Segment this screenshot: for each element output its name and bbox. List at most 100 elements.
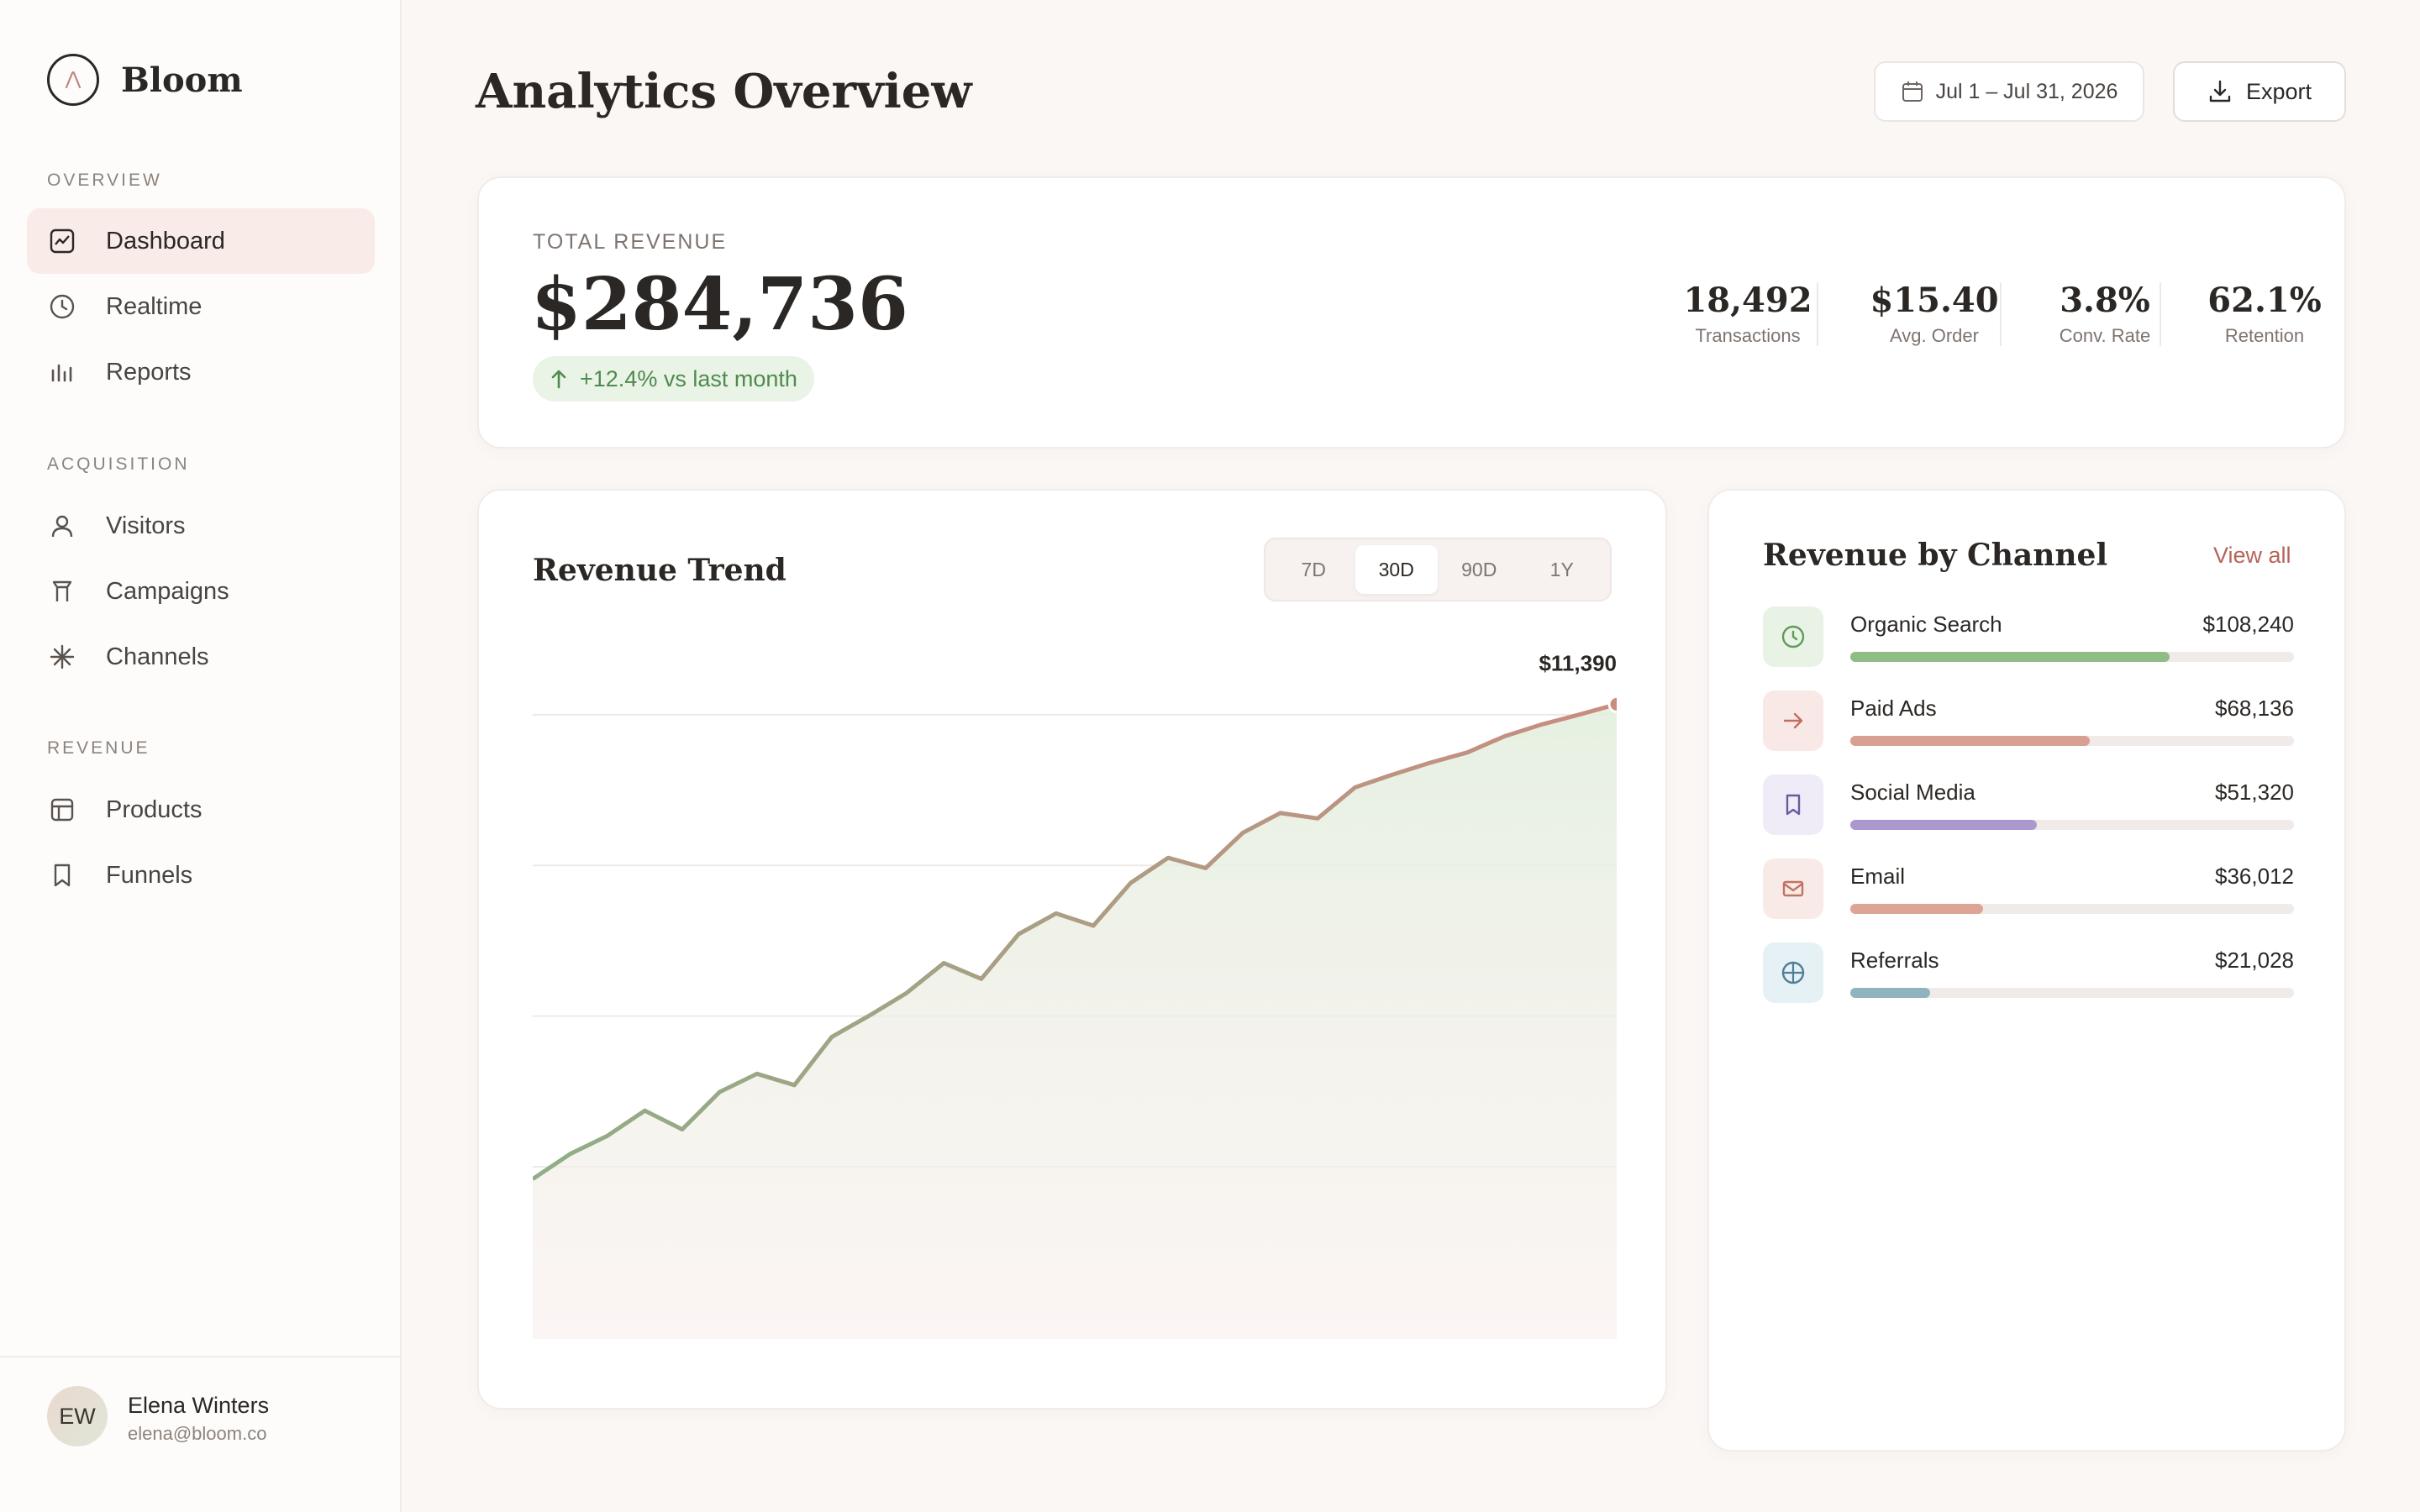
arrow-right-icon: [1763, 690, 1823, 751]
channel-value: $21,028: [2215, 948, 2294, 973]
sidebar: Bloom OVERVIEW Dashboard Realtime Report…: [0, 0, 402, 1512]
stat-label: Transactions: [1695, 325, 1801, 346]
sidebar-item-dashboard[interactable]: Dashboard: [27, 208, 375, 274]
brand-name: Bloom: [121, 60, 243, 100]
flag-icon: [47, 576, 77, 606]
revenue-endpoint-label: $11,390: [1539, 650, 1617, 675]
channel-progress-track: [1850, 988, 2294, 998]
section-label-overview: OVERVIEW: [47, 171, 162, 190]
revenue-change-text: +12.4% vs last month: [580, 365, 797, 391]
avatar: EW: [47, 1386, 108, 1446]
user-name: Elena Winters: [128, 1393, 270, 1418]
page-title: Analytics Overview: [476, 64, 972, 119]
sidebar-item-label: Funnels: [106, 861, 193, 889]
channel-progress-fill: [1850, 904, 1984, 914]
chart-icon: [47, 226, 77, 256]
stat-retention: 62.1% Retention: [2185, 281, 2344, 347]
calendar-icon: [1901, 80, 1924, 103]
channel-name: Paid Ads: [1850, 696, 1937, 721]
channel-value: $108,240: [2202, 612, 2294, 637]
channel-row-social-media[interactable]: Social Media $51,320: [1763, 774, 2294, 837]
clock-icon: [47, 291, 77, 322]
channel-value: $68,136: [2215, 696, 2294, 721]
range-7d-button[interactable]: 7D: [1272, 545, 1355, 594]
globe-icon: [1763, 942, 1823, 1003]
export-label: Export: [2245, 78, 2312, 104]
sidebar-item-campaigns[interactable]: Campaigns: [27, 559, 375, 624]
sidebar-item-label: Products: [106, 795, 203, 823]
range-30d-button[interactable]: 30D: [1355, 545, 1438, 594]
sidebar-item-channels[interactable]: Channels: [27, 624, 375, 690]
channel-name: Social Media: [1850, 780, 1975, 805]
asterisk-icon: [47, 642, 77, 672]
bars-icon: [47, 357, 77, 387]
export-button[interactable]: Export: [2173, 61, 2346, 122]
channel-value: $51,320: [2215, 780, 2294, 805]
bookmark-icon: [47, 860, 77, 890]
channel-progress-track: [1850, 736, 2294, 746]
date-range-label: Jul 1 – Jul 31, 2026: [1935, 79, 2118, 103]
stat-divider: [2160, 282, 2161, 346]
sidebar-item-label: Campaigns: [106, 577, 229, 605]
clock-icon: [1763, 606, 1823, 667]
revenue-trend-chart: $11,390: [533, 650, 1617, 1339]
stat-transactions: 18,492 Transactions: [1664, 281, 1832, 347]
sidebar-item-label: Reports: [106, 358, 192, 386]
stat-value: $15.40: [1870, 281, 1999, 320]
channel-progress-track: [1850, 820, 2294, 830]
channel-row-email[interactable]: Email $36,012: [1763, 858, 2294, 921]
channel-row-paid-ads[interactable]: Paid Ads $68,136: [1763, 690, 2294, 753]
user-icon: [47, 511, 77, 541]
revenue-by-channel-card: Revenue by Channel View all Organic Sear…: [1707, 489, 2346, 1452]
sidebar-item-label: Dashboard: [106, 227, 225, 255]
sidebar-item-label: Visitors: [106, 512, 186, 539]
sidebar-item-funnels[interactable]: Funnels: [27, 843, 375, 908]
channel-progress-fill: [1850, 652, 2170, 662]
sidebar-item-products[interactable]: Products: [27, 777, 375, 843]
channel-name: Referrals: [1850, 948, 1939, 973]
stat-divider: [1817, 282, 1818, 346]
total-revenue-value: $284,736: [531, 262, 908, 347]
revenue-endpoint: [1607, 695, 1617, 713]
mail-icon: [1763, 858, 1823, 919]
logo-icon: [47, 54, 99, 106]
revenue-change-badge: +12.4% vs last month: [533, 356, 814, 402]
date-range-button[interactable]: Jul 1 – Jul 31, 2026: [1874, 61, 2144, 122]
revenue-trend-card: Revenue Trend 7D 30D 90D 1Y $11,390: [477, 489, 1667, 1410]
stat-value: 18,492: [1683, 281, 1812, 320]
sidebar-item-realtime[interactable]: Realtime: [27, 274, 375, 339]
arrow-up-icon: [550, 369, 568, 389]
bookmark-icon: [1763, 774, 1823, 835]
range-1y-button[interactable]: 1Y: [1521, 545, 1604, 594]
channel-name: Email: [1850, 864, 1906, 889]
stat-avg-order: $15.40 Avg. Order: [1850, 281, 2018, 347]
section-label-acquisition: ACQUISITION: [47, 454, 190, 474]
revenue-area: [533, 704, 1617, 1339]
channel-row-organic-search[interactable]: Organic Search $108,240: [1763, 606, 2294, 669]
range-selector: 7D 30D 90D 1Y: [1264, 538, 1612, 601]
brand[interactable]: Bloom: [47, 54, 243, 106]
user-email: elena@bloom.co: [128, 1423, 267, 1444]
channel-row-referrals[interactable]: Referrals $21,028: [1763, 942, 2294, 1005]
stat-divider: [2000, 282, 2002, 346]
table-icon: [47, 795, 77, 825]
channel-progress-track: [1850, 652, 2294, 662]
total-revenue-label: TOTAL REVENUE: [533, 230, 728, 254]
sidebar-item-visitors[interactable]: Visitors: [27, 493, 375, 559]
revenue-trend-title: Revenue Trend: [533, 553, 786, 588]
channel-progress-fill: [1850, 820, 2037, 830]
sidebar-item-label: Realtime: [106, 292, 203, 320]
channel-progress-fill: [1850, 988, 1931, 998]
user-profile[interactable]: EW Elena Winters elena@bloom.co: [0, 1356, 402, 1512]
sidebar-item-reports[interactable]: Reports: [27, 339, 375, 405]
download-icon: [2207, 79, 2233, 104]
stat-label: Avg. Order: [1890, 325, 1979, 346]
channel-progress-track: [1850, 904, 2294, 914]
section-label-revenue: REVENUE: [47, 738, 150, 758]
range-90d-button[interactable]: 90D: [1438, 545, 1521, 594]
revenue-by-channel-title: Revenue by Channel: [1763, 538, 2108, 573]
stat-label: Retention: [2224, 325, 2305, 346]
stat-value: 62.1%: [2207, 281, 2322, 320]
view-all-link[interactable]: View all: [2213, 543, 2291, 569]
sidebar-item-label: Channels: [106, 643, 209, 670]
